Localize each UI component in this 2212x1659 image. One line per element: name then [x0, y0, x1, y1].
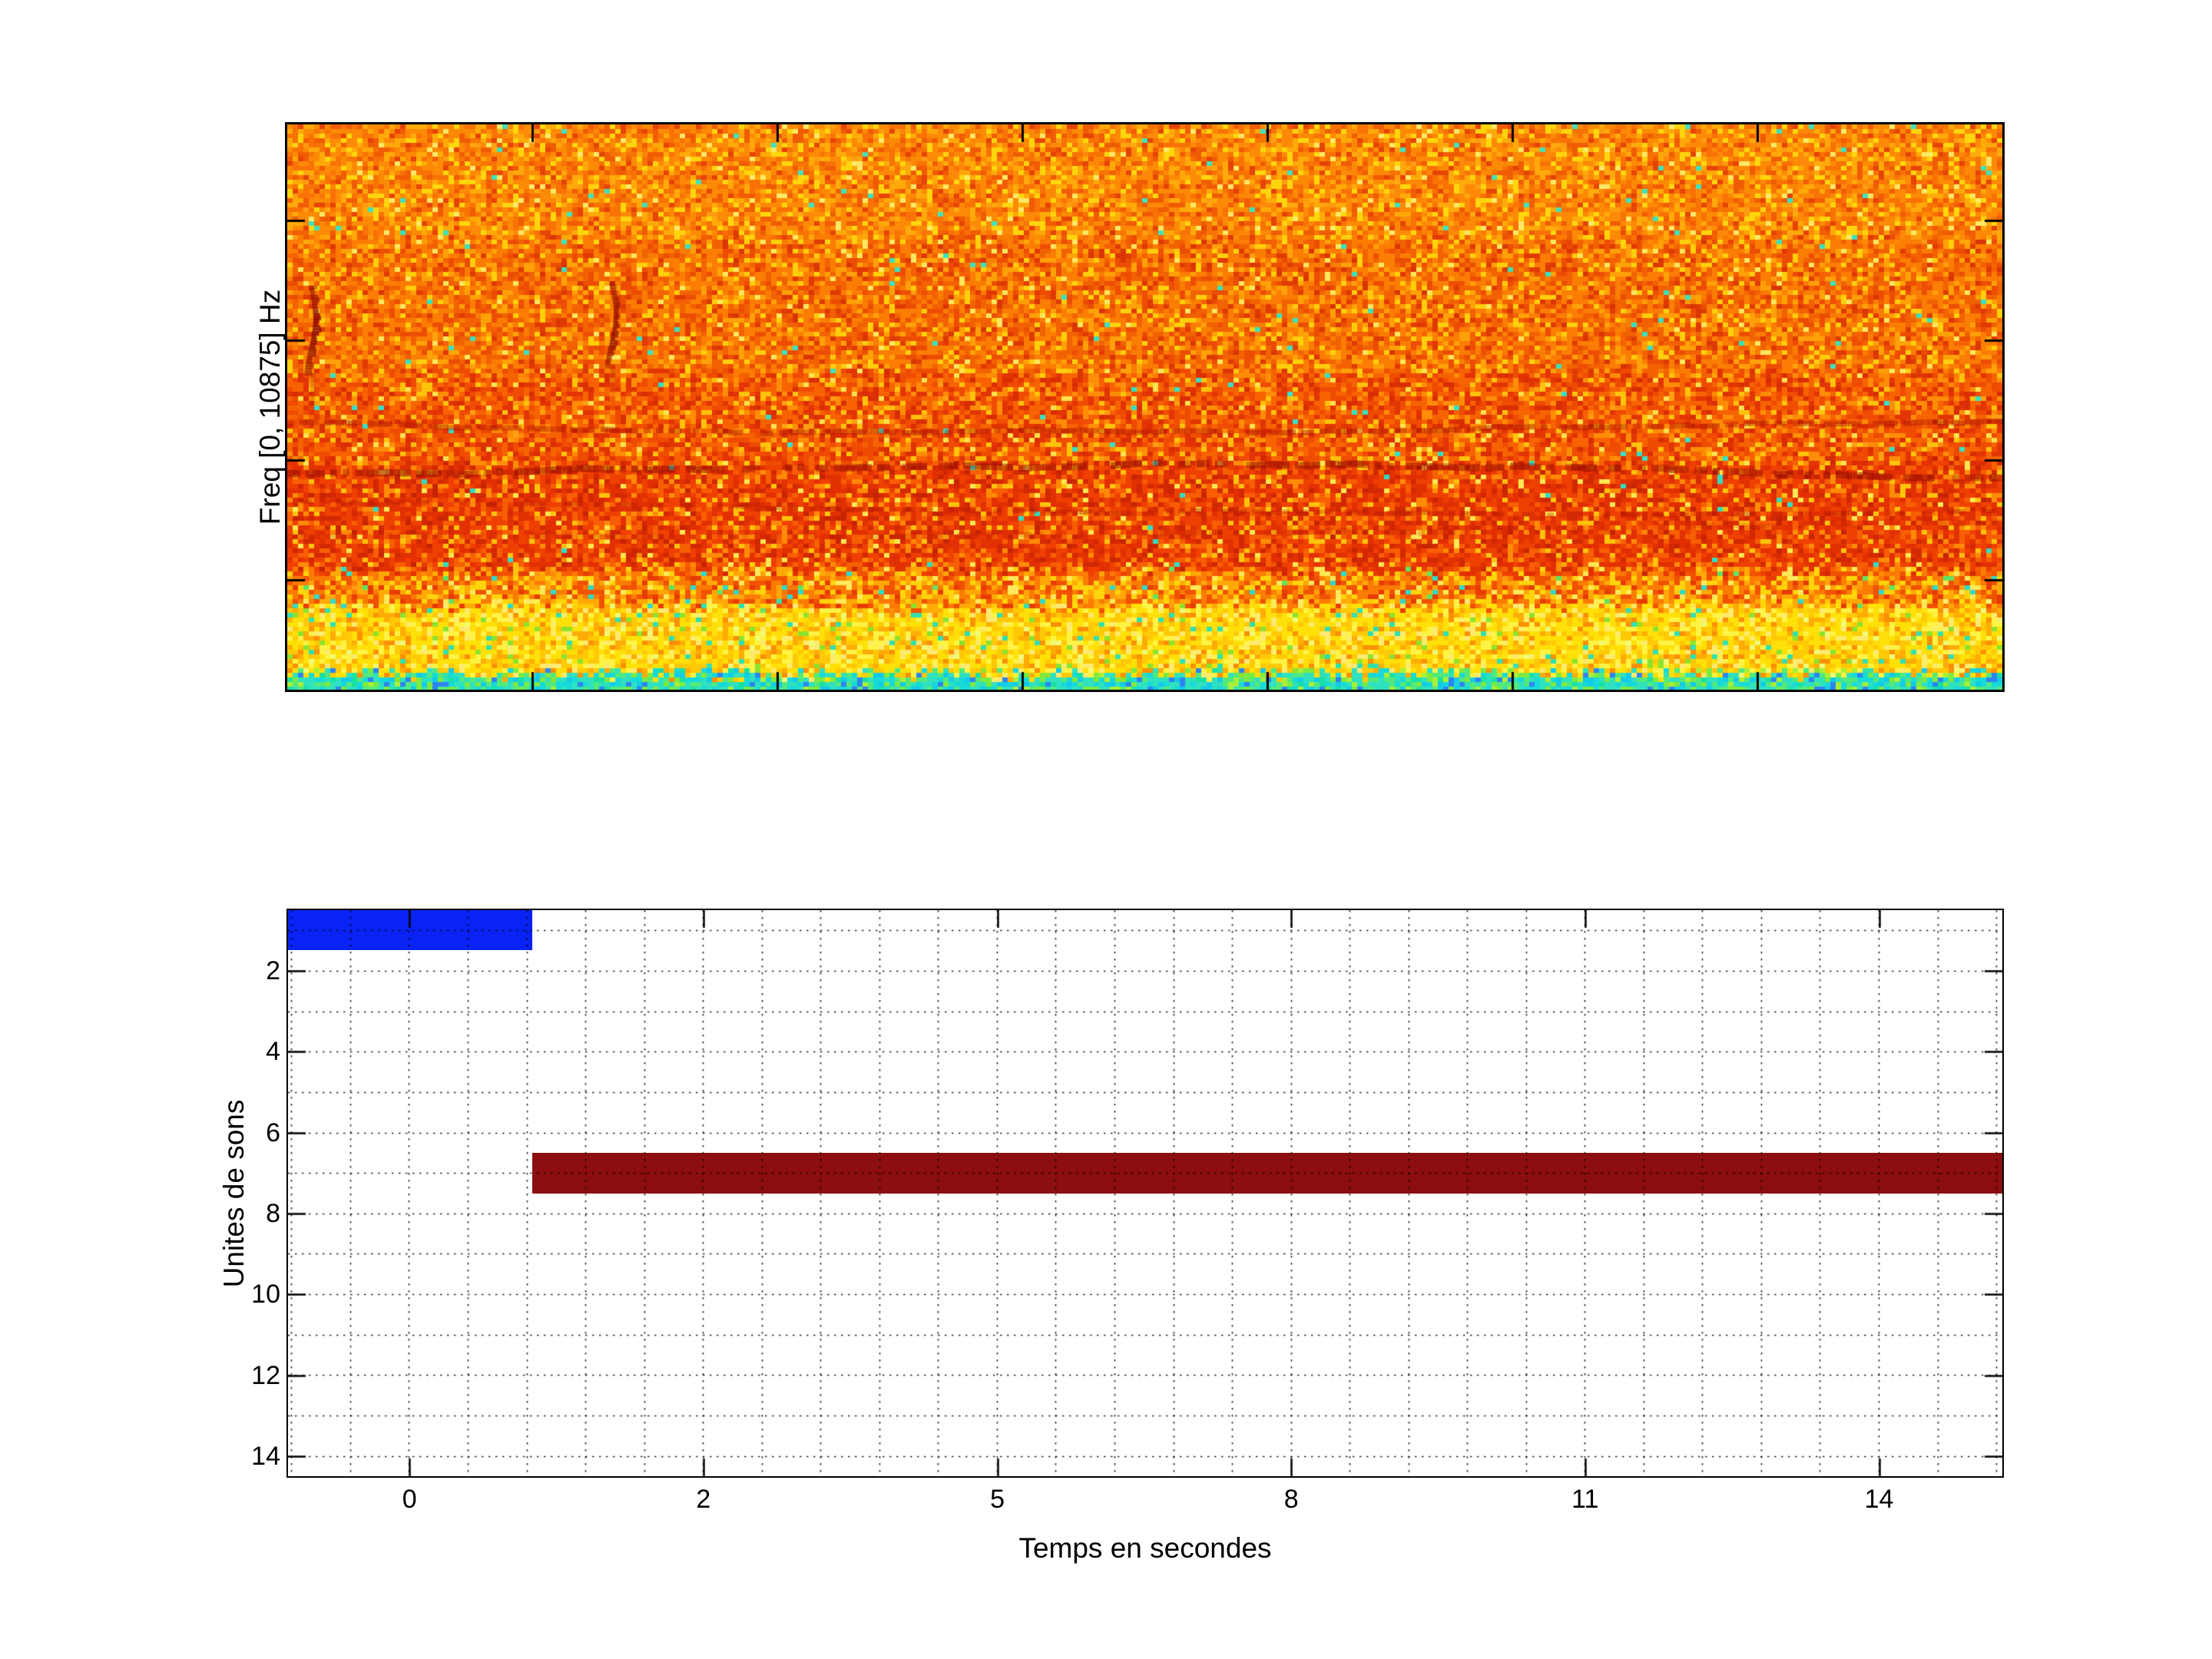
y-tick-label-14: 14: [251, 1441, 280, 1471]
spectrogram-ylabel: Freq [0, 10875] Hz: [254, 289, 286, 525]
x-tick-label-5: 5: [990, 1485, 1005, 1514]
y-tick-label-4: 4: [266, 1037, 280, 1067]
y-tick-label-2: 2: [266, 956, 280, 985]
x-tick-label-2: 2: [696, 1485, 711, 1514]
y-tick-label-12: 12: [251, 1360, 280, 1390]
y-tick-label-6: 6: [266, 1118, 280, 1147]
x-tick-label-0: 0: [402, 1485, 417, 1514]
activity-xlabel: Temps en secondes: [1018, 1532, 1272, 1564]
y-tick-label-10: 10: [251, 1280, 280, 1310]
y-tick-label-8: 8: [266, 1198, 280, 1228]
spectrogram-axes: [285, 122, 2005, 692]
x-tick-label-11: 11: [1571, 1485, 1599, 1514]
sound-unit-7-bar: [532, 1153, 2002, 1194]
x-tick-label-14: 14: [1864, 1485, 1894, 1514]
sound-unit-1-bar: [288, 910, 533, 951]
spectrogram-image: [287, 124, 2002, 690]
x-tick-label-8: 8: [1283, 1485, 1299, 1514]
figure-window: Freq [0, 10875] Hz Unites de sons Temps …: [0, 0, 2212, 1659]
activity-axes: [286, 909, 2004, 1478]
